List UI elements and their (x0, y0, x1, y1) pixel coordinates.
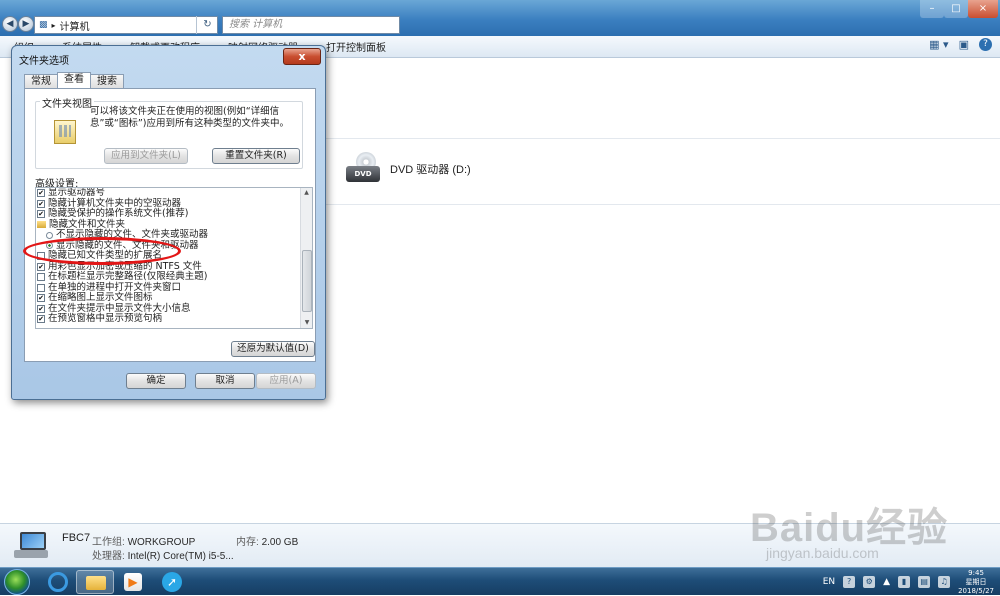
internet-explorer-icon (48, 572, 68, 592)
dvd-badge: DVD (346, 166, 380, 182)
language-indicator[interactable]: EN (823, 577, 835, 587)
refresh-icon[interactable]: ↻ (196, 16, 218, 34)
computer-icon: ▩ (39, 20, 48, 30)
memory-value: 2.00 GB (261, 537, 299, 548)
help-tray-icon[interactable]: ? (843, 576, 856, 588)
checkbox-checked-icon[interactable]: ✔ (37, 262, 45, 271)
cancel-button[interactable]: 取消 (195, 373, 255, 389)
address-bar-row: ◀ ▶ ▩ ▸ 计算机 ↻ 搜索 计算机 – □ × (0, 0, 1000, 36)
setting-item[interactable]: ✔ 隐藏受保护的操作系统文件(推荐) (36, 208, 312, 220)
checkbox-checked-icon[interactable]: ✔ (37, 210, 45, 219)
processor-key: 处理器: (92, 551, 125, 562)
tab-view[interactable]: 查看 (57, 72, 91, 88)
ok-button[interactable]: 确定 (126, 373, 186, 389)
checkbox-unchecked-icon[interactable] (37, 283, 45, 292)
taskbar: ▶ ➚ EN ? ⚙ ▲ ▮ ▤ ♫ 9:45 星期日 2018/5/27 (0, 567, 1000, 595)
window-close-icon[interactable]: × (968, 0, 998, 18)
clock-date: 2018/5/27 (958, 586, 994, 595)
folder-options-dialog: 文件夹选项 x 常规 查看 搜索 文件夹视图 可以将该文件夹正在使用的视图(例如… (11, 45, 326, 400)
apply-button[interactable]: 应用(A) (256, 373, 316, 389)
checkbox-checked-icon[interactable]: ✔ (37, 315, 45, 324)
setting-label: 在缩略图上显示文件图标 (48, 292, 153, 303)
setting-label: 显示驱动器号 (48, 187, 106, 198)
toolbar-control-panel[interactable]: 打开控制面板 (326, 39, 386, 54)
setting-item[interactable]: 在标题栏显示完整路径(仅限经典主题) (36, 271, 312, 283)
baidu-watermark: Baidu经验 jingyan.baidu.com (750, 495, 948, 561)
close-icon[interactable]: x (283, 48, 321, 65)
network-icon[interactable]: ▤ (918, 576, 931, 588)
breadcrumb-separator-icon: ▸ (51, 20, 56, 30)
taskbar-ie[interactable] (38, 570, 76, 594)
tab-strip: 常规 查看 搜索 (24, 72, 124, 88)
view-tab-panel: 文件夹视图 可以将该文件夹正在使用的视图(例如“详细信息”或“图标”)应用到所有… (24, 88, 316, 362)
scroll-down-icon[interactable]: ▼ (301, 318, 312, 328)
taskbar-explorer[interactable] (76, 570, 114, 594)
setting-label: 在标题栏显示完整路径(仅限经典主题) (48, 271, 208, 282)
clock-time: 9:45 (968, 568, 984, 577)
scroll-up-icon[interactable]: ▲ (301, 188, 312, 198)
forward-icon[interactable]: ▶ (18, 16, 34, 32)
settings-tray-icon[interactable]: ⚙ (863, 576, 876, 588)
taskbar-app[interactable]: ➚ (152, 570, 190, 594)
address-text: 计算机 (59, 21, 90, 33)
view-options-icon[interactable]: ▦ ▾ (929, 38, 948, 51)
highlight-ellipse (23, 237, 181, 265)
dvd-drive-label: DVD 驱动器 (D:) (390, 164, 471, 176)
watermark-url: jingyan.baidu.com (766, 545, 879, 561)
radio-icon[interactable] (46, 231, 53, 239)
workgroup-info: 工作组: WORKGROUP (92, 533, 195, 548)
dvd-drive-item[interactable]: DVD DVD 驱动器 (D:) (346, 152, 471, 186)
restore-defaults-button[interactable]: 还原为默认值(D) (231, 341, 315, 357)
folder-icon (37, 221, 46, 229)
power-icon[interactable]: ▮ (898, 576, 911, 588)
back-icon[interactable]: ◀ (2, 16, 18, 32)
dialog-title: 文件夹选项 (19, 56, 69, 67)
memory-key: 内存: (236, 537, 259, 548)
tab-general[interactable]: 常规 (24, 74, 58, 88)
view-controls: ▦ ▾ ▣ ? (929, 38, 992, 51)
folder-view-title: 文件夹视图 (40, 95, 94, 110)
setting-item[interactable]: ✔ 在缩略图上显示文件图标 (36, 292, 312, 304)
system-tray: EN ? ⚙ ▲ ▮ ▤ ♫ 9:45 星期日 2018/5/27 (823, 568, 1000, 596)
folder-icon (86, 576, 106, 590)
folder-view-icon (54, 120, 76, 144)
setting-label: 在预览窗格中显示预览句柄 (48, 313, 163, 324)
clock[interactable]: 9:45 星期日 2018/5/27 (958, 569, 994, 596)
media-player-icon: ▶ (124, 573, 142, 591)
tab-search[interactable]: 搜索 (90, 74, 124, 88)
volume-icon[interactable]: ♫ (938, 576, 951, 588)
help-icon[interactable]: ? (979, 38, 992, 51)
dvd-drive-icon: DVD (346, 152, 380, 186)
checkbox-checked-icon[interactable]: ✔ (37, 294, 45, 303)
apply-to-folders-button[interactable]: 应用到文件夹(L) (104, 148, 188, 164)
checkbox-unchecked-icon[interactable] (37, 273, 45, 282)
memory-info: 内存: 2.00 GB (236, 533, 298, 548)
computer-icon (14, 532, 48, 560)
setting-label: 隐藏受保护的操作系统文件(推荐) (48, 208, 189, 219)
settings-scrollbar[interactable]: ▲ ▼ (300, 188, 312, 328)
checkbox-checked-icon[interactable]: ✔ (37, 199, 45, 208)
folder-view-group: 文件夹视图 可以将该文件夹正在使用的视图(例如“详细信息”或“图标”)应用到所有… (35, 95, 303, 169)
taskbar-media-player[interactable]: ▶ (114, 570, 152, 594)
computer-name: FBC7 (62, 532, 91, 544)
search-input[interactable]: 搜索 计算机 (222, 16, 400, 34)
processor-info: 处理器: Intel(R) Core(TM) i5-5... (92, 547, 234, 562)
processor-value: Intel(R) Core(TM) i5-5... (127, 551, 234, 562)
checkbox-checked-icon[interactable]: ✔ (37, 304, 45, 313)
checkbox-checked-icon[interactable]: ✔ (37, 189, 45, 198)
reset-folders-button[interactable]: 重置文件夹(R) (212, 148, 300, 164)
scroll-thumb[interactable] (302, 250, 312, 312)
minimize-icon[interactable]: – (920, 0, 944, 18)
bird-icon: ➚ (162, 572, 182, 592)
setting-item[interactable]: ✔ 在预览窗格中显示预览句柄 (36, 313, 312, 325)
setting-item[interactable]: ✔ 显示驱动器号 (36, 188, 312, 199)
clock-day: 星期日 (965, 577, 987, 586)
maximize-icon[interactable]: □ (944, 0, 968, 18)
show-hidden-icons[interactable]: ▲ (883, 577, 890, 587)
address-field[interactable]: ▩ ▸ 计算机 (34, 16, 218, 34)
preview-pane-icon[interactable]: ▣ (959, 38, 969, 51)
folder-view-description: 可以将该文件夹正在使用的视图(例如“详细信息”或“图标”)应用到所有这种类型的文… (90, 106, 289, 129)
start-button-icon[interactable] (4, 569, 30, 595)
